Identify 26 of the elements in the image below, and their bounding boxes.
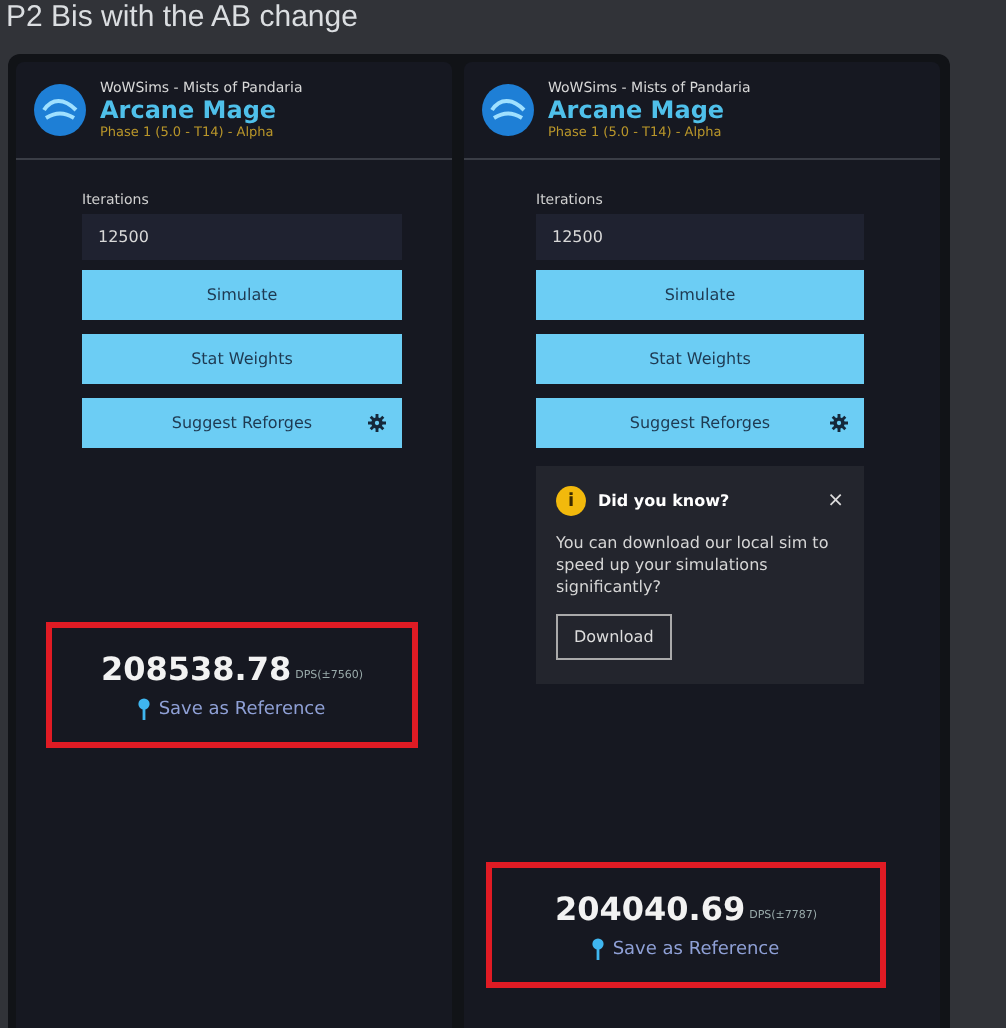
info-icon: i	[556, 486, 586, 516]
pin-icon	[592, 938, 605, 960]
spec-title: Arcane Mage	[548, 96, 727, 124]
save-reference-link[interactable]: Save as Reference	[126, 696, 338, 722]
action-button[interactable]: Suggest Reforges	[82, 398, 402, 448]
action-button[interactable]: Suggest Reforges	[536, 398, 864, 448]
dps-value: 208538.78	[100, 652, 292, 688]
close-button[interactable]: ×	[827, 490, 844, 512]
spec-title: Arcane Mage	[100, 96, 279, 124]
action-button[interactable]: Stat Weights	[536, 334, 864, 384]
action-button[interactable]: Simulate	[536, 270, 864, 320]
tip-title: Did you know?	[598, 492, 732, 510]
pin-icon	[138, 698, 151, 720]
tip-text: You can download our local sim to speed up your simulations significantly?	[556, 532, 831, 598]
download-button[interactable]: Download	[556, 614, 672, 660]
dps-value: 204040.69	[554, 892, 746, 928]
message-text: P2 Bis with the AB change	[4, 0, 360, 38]
action-button[interactable]: Stat Weights	[82, 334, 402, 384]
save-reference-link[interactable]: Save as Reference	[580, 936, 792, 962]
logo-icon	[480, 82, 536, 138]
settings-icon	[830, 414, 848, 432]
logo-icon	[32, 82, 88, 138]
iterations-field[interactable]: 12500	[82, 214, 402, 260]
settings-icon	[368, 414, 386, 432]
iterations-field[interactable]: 12500	[536, 214, 864, 260]
action-button[interactable]: Simulate	[82, 270, 402, 320]
